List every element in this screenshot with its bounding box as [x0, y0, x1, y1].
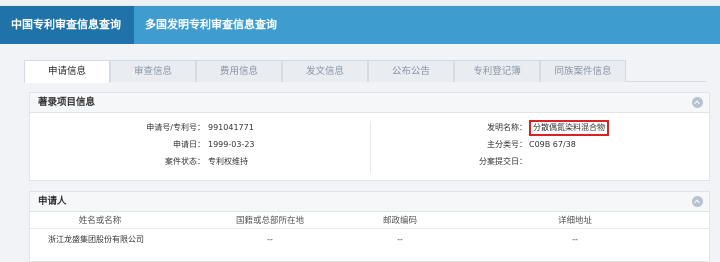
collapse-icon[interactable] — [692, 97, 703, 108]
tab-patent-register[interactable]: 专利登记簿 — [454, 60, 540, 82]
tab-examination-info[interactable]: 审查信息 — [110, 60, 196, 82]
invention-name-highlight: 分散偶氮染料混合物 — [529, 120, 609, 136]
bibliographic-panel-header: 著录项目信息 — [30, 93, 709, 113]
content-area: 申请信息 审查信息 费用信息 发文信息 公布公告 专利登记簿 同族案件信息 著录… — [0, 44, 720, 262]
sub-tab-bar: 申请信息 审查信息 费用信息 发文信息 公布公告 专利登记簿 同族案件信息 — [24, 60, 706, 83]
tab-publication[interactable]: 公布公告 — [368, 60, 454, 82]
applicant-panel-header: 申请人 — [30, 192, 709, 212]
application-date-label: 申请日： — [173, 140, 205, 149]
invention-name-value: 分散偶氮染料混合物 — [529, 120, 609, 136]
applicant-panel: 申请人 姓名或名称 国籍或总部所在地 邮政编码 详细地址 浙江龙盛集团股份有限公… — [29, 191, 710, 262]
column-header-name: 姓名或名称 — [78, 216, 122, 226]
application-number-value: 991041771 — [208, 123, 254, 132]
tab-application-info[interactable]: 申请信息 — [24, 60, 110, 83]
tab-fee-info[interactable]: 费用信息 — [196, 60, 282, 82]
case-status-value: 专利权维持 — [208, 157, 248, 166]
applicant-table-header: 姓名或名称 国籍或总部所在地 邮政编码 详细地址 — [30, 213, 709, 229]
case-status-label: 案件状态： — [165, 157, 205, 166]
nav-tab-china-patent[interactable]: 中国专利审查信息查询 — [0, 6, 134, 44]
division-date-label: 分案提交日： — [479, 157, 527, 166]
applicant-name: 浙江龙盛集团股份有限公司 — [48, 235, 144, 244]
column-header-postal-code: 邮政编码 — [382, 216, 417, 226]
main-class-value: C09B 67/38 — [529, 140, 576, 149]
tab-dispatch-info[interactable]: 发文信息 — [282, 60, 368, 82]
nav-tab-multinational-patent[interactable]: 多国发明专利审查信息查询 — [134, 6, 288, 44]
main-class-label: 主分类号： — [487, 140, 527, 149]
column-divider — [370, 121, 371, 173]
applicant-heading: 申请人 — [38, 196, 67, 207]
invention-name-label: 发明名称： — [487, 123, 527, 132]
bibliographic-panel: 著录项目信息 申请号/专利号： 991041771 申请日： 1999-03-2… — [29, 92, 710, 181]
applicant-postal-code: -- — [397, 235, 403, 244]
top-navigation: 中国专利审查信息查询 多国发明专利审查信息查询 — [0, 6, 720, 44]
column-header-address: 详细地址 — [557, 216, 592, 226]
bibliographic-heading: 著录项目信息 — [38, 97, 96, 108]
table-row: 浙江龙盛集团股份有限公司 -- -- -- — [30, 232, 709, 248]
application-date-value: 1999-03-23 — [208, 140, 255, 149]
column-header-nationality: 国籍或总部所在地 — [235, 216, 304, 226]
applicant-nationality: -- — [267, 235, 273, 244]
collapse-icon[interactable] — [692, 196, 703, 207]
tab-family-cases[interactable]: 同族案件信息 — [540, 60, 626, 82]
applicant-address: -- — [572, 235, 578, 244]
application-number-label: 申请号/专利号： — [146, 123, 205, 132]
